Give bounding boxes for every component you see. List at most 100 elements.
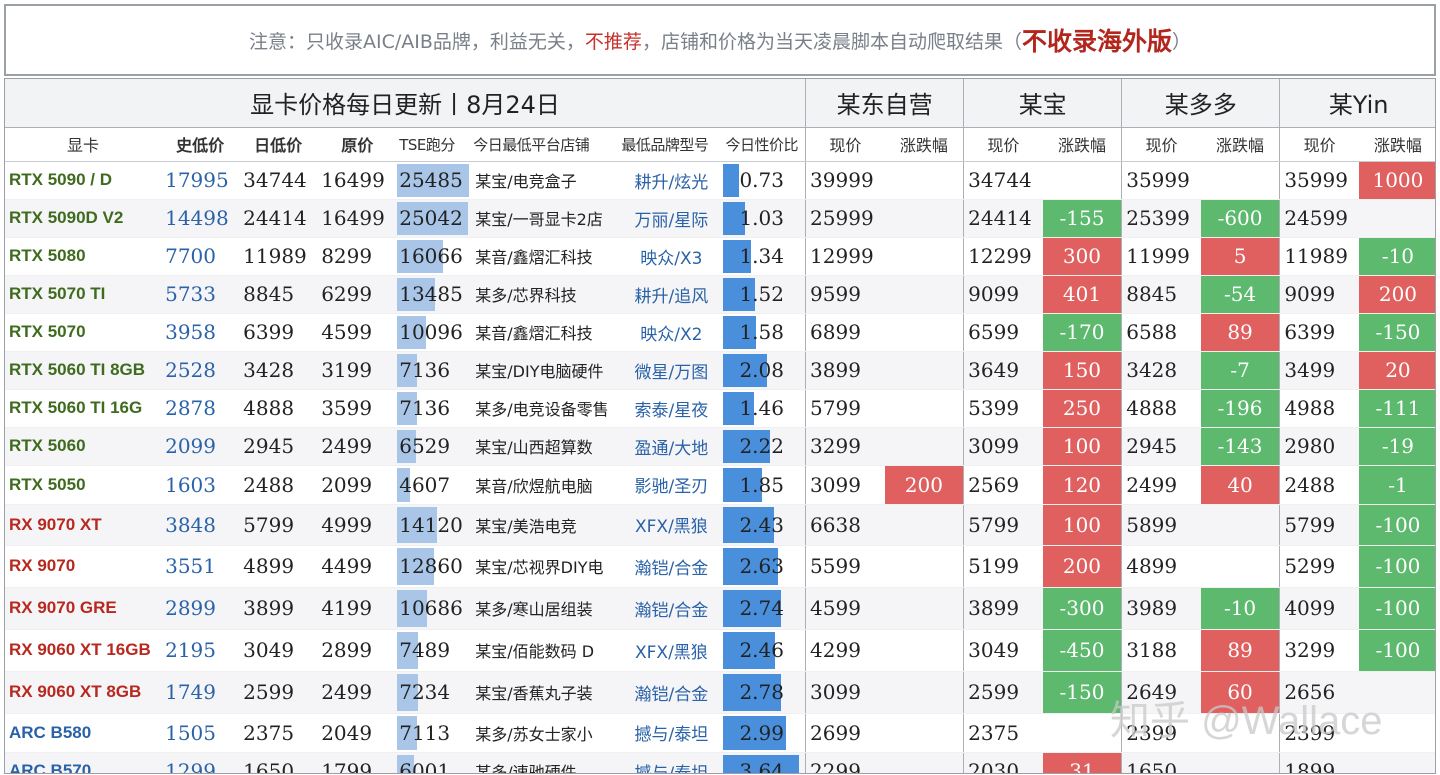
dy-change: -1 [1358, 465, 1435, 505]
jd-price: 2699 [805, 713, 885, 753]
lowest-store: 某音/欣煜航电脑 [471, 465, 620, 505]
jd-change [884, 275, 964, 314]
pdd-change: -7 [1200, 351, 1280, 390]
jd-change [884, 752, 964, 773]
table-row: RTX 5060 2099 2945 2499 6529 某宝/山西超算数 盈通/大地 2.2… [5, 427, 1435, 466]
jd-price: 25999 [805, 199, 885, 238]
lowest-model: 映众/X2 [619, 313, 724, 352]
tb-price: 3649 [963, 351, 1043, 390]
original-price: 2049 [317, 713, 398, 753]
hist-low-price: 2195 [161, 629, 240, 672]
hist-low-price: 2099 [161, 427, 240, 466]
gpu-name: RTX 5070 [5, 313, 162, 352]
score-value: 4607 [399, 472, 451, 497]
value-ratio: 2.74 [723, 587, 806, 630]
hist-low-price: 1749 [161, 671, 240, 714]
day-low-price: 4888 [239, 389, 318, 428]
hist-low-price: 2899 [161, 587, 240, 630]
hist-low-price: 1505 [161, 713, 240, 753]
dy-price: 2656 [1279, 671, 1359, 714]
gpu-name: RX 9070 [5, 545, 162, 588]
score-value: 10686 [399, 595, 463, 620]
value-ratio: 0.73 [723, 161, 806, 200]
lowest-store: 某宝/山西超算数 [471, 427, 620, 466]
tb-change: -450 [1042, 629, 1122, 672]
dy-price: 2980 [1279, 427, 1359, 466]
lowest-model: 瀚铠/合金 [619, 587, 724, 630]
table-row: RX 9060 XT 16GB 2195 3049 2899 7489 某宝/佰能数码 D… [5, 629, 1435, 672]
pdd-price: 3428 [1121, 351, 1201, 390]
dy-price: 3499 [1279, 351, 1359, 390]
table-row: ARC B580 1505 2375 2049 7113 某多/苏女士家小 撼与/泰坦 2.9… [5, 713, 1435, 753]
tb-change: 150 [1042, 351, 1122, 390]
hist-low-price: 2878 [161, 389, 240, 428]
tse-score: 7136 [397, 351, 472, 390]
original-price: 8299 [317, 237, 398, 276]
header-row-2: 显卡 史低价 日低价 原价 TSE跑分 今日最低平台店铺 最低品牌型号 今日性价… [5, 127, 1435, 162]
table-row: RTX 5070 3958 6399 4599 10096 某音/鑫熠汇科技 映众/X2 1.… [5, 313, 1435, 352]
dy-change [1358, 671, 1435, 714]
tb-change: -155 [1042, 199, 1122, 238]
table-title: 显卡价格每日更新丨8月24日 [5, 79, 806, 128]
score-value: 14120 [399, 512, 463, 537]
table-row: RX 9060 XT 8GB 1749 2599 2499 7234 某宝/香蕉丸子装 瀚铠… [5, 671, 1435, 714]
col-day-low: 日低价 [239, 127, 318, 162]
value-ratio: 1.03 [723, 199, 806, 238]
ratio-value: 1.58 [739, 319, 784, 344]
day-low-price: 34744 [239, 161, 318, 200]
original-price: 4999 [317, 504, 398, 546]
col-model: 最低品牌型号 [619, 127, 724, 162]
ratio-value: 2.78 [739, 679, 784, 704]
jd-price: 3099 [805, 465, 885, 505]
hist-low-price: 1603 [161, 465, 240, 505]
day-low-price: 5799 [239, 504, 318, 546]
dy-price: 9099 [1279, 275, 1359, 314]
pdd-change: -10 [1200, 587, 1280, 630]
table-row: RTX 5090 / D 17995 34744 16499 25485 某宝/电竞盒子耕… [5, 161, 1435, 200]
tse-score: 7234 [397, 671, 472, 714]
jd-price: 3299 [805, 427, 885, 466]
tb-price: 5399 [963, 389, 1043, 428]
ratio-value: 0.73 [739, 167, 784, 192]
pdd-price: 11999 [1121, 237, 1201, 276]
lowest-store: 某音/鑫熠汇科技 [471, 313, 620, 352]
dy-price: 2399 [1279, 713, 1359, 753]
tb-change: -300 [1042, 587, 1122, 630]
tb-price: 6599 [963, 313, 1043, 352]
lowest-model: 索泰/星夜 [619, 389, 724, 428]
lowest-store: 某宝/美浩电竞 [471, 504, 620, 546]
pdd-change: -54 [1200, 275, 1280, 314]
original-price: 16499 [317, 199, 398, 238]
score-value: 7234 [399, 679, 451, 704]
value-ratio: 2.63 [723, 545, 806, 588]
col-jd-now: 现价 [805, 127, 885, 162]
table-row: RTX 5090D V2 14498 24414 16499 25042 某宝/一哥显卡2… [5, 199, 1435, 238]
tb-change [1042, 713, 1122, 753]
tb-price: 9099 [963, 275, 1043, 314]
lowest-store: 某多/苏女士家小 [471, 713, 620, 753]
tb-change: 100 [1042, 504, 1122, 546]
ratio-value: 1.03 [739, 205, 784, 230]
dy-price: 4099 [1279, 587, 1359, 630]
dy-change [1358, 713, 1435, 753]
jd-price: 4599 [805, 587, 885, 630]
original-price: 16499 [317, 161, 398, 200]
col-tb-now: 现价 [963, 127, 1043, 162]
platform-jd: 某东自营 [805, 79, 964, 128]
tse-score: 10686 [397, 587, 472, 630]
day-low-price: 24414 [239, 199, 318, 238]
tb-price: 3099 [963, 427, 1043, 466]
lowest-model: XFX/黑狼 [619, 504, 724, 546]
tb-price: 34744 [963, 161, 1043, 200]
day-low-price: 3428 [239, 351, 318, 390]
dy-change: 1000 [1358, 161, 1435, 200]
original-price: 4499 [317, 545, 398, 588]
tse-score: 25042 [397, 199, 472, 238]
value-ratio: 3.64 [723, 752, 806, 773]
day-low-price: 2945 [239, 427, 318, 466]
table-row: RTX 5080 7700 11989 8299 16066 某音/鑫熠汇科技 映众/X3 1… [5, 237, 1435, 276]
dy-price: 3299 [1279, 629, 1359, 672]
original-price: 2899 [317, 629, 398, 672]
tb-change: 250 [1042, 389, 1122, 428]
tse-score: 12860 [397, 545, 472, 588]
